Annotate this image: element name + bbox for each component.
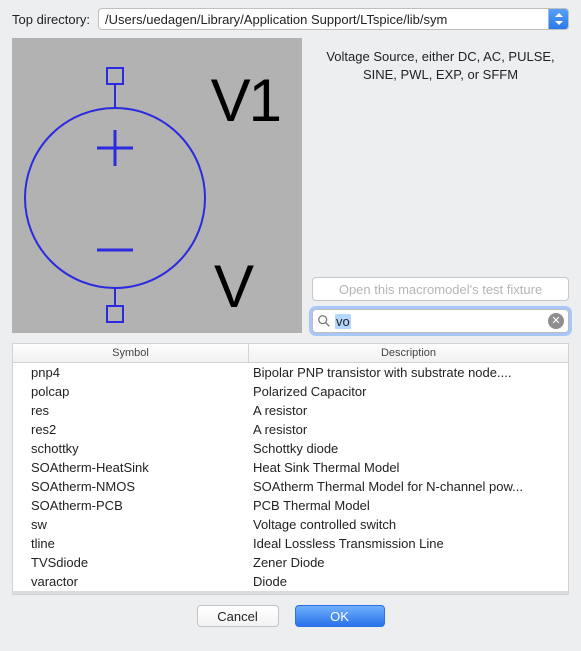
row-symbol: SOAtherm-PCB — [13, 498, 249, 513]
table-row[interactable]: res2A resistor — [13, 420, 568, 439]
table-header: Symbol Description — [13, 344, 568, 363]
col-description[interactable]: Description — [249, 344, 568, 362]
row-desc: Schottky diode — [249, 441, 568, 456]
row-desc: A resistor — [249, 403, 568, 418]
row-desc: Diode — [249, 574, 568, 589]
table-row[interactable]: varactorDiode — [13, 572, 568, 591]
row-desc: Heat Sink Thermal Model — [249, 460, 568, 475]
ok-button[interactable]: OK — [295, 605, 385, 627]
col-symbol[interactable]: Symbol — [13, 344, 249, 362]
row-desc: Zener Diode — [249, 555, 568, 570]
row-desc: Voltage controlled switch — [249, 517, 568, 532]
table-row[interactable]: SOAtherm-HeatSinkHeat Sink Thermal Model — [13, 458, 568, 477]
table-row[interactable]: SOAtherm-PCBPCB Thermal Model — [13, 496, 568, 515]
row-symbol: tline — [13, 536, 249, 551]
row-symbol: SOAtherm-HeatSink — [13, 460, 249, 475]
table-row[interactable]: SOAtherm-NMOSSOAtherm Thermal Model for … — [13, 477, 568, 496]
dropdown-arrows-icon[interactable] — [548, 8, 568, 30]
preview-prefix: V — [214, 252, 254, 321]
row-desc: Ideal Lossless Transmission Line — [249, 536, 568, 551]
row-symbol: res — [13, 403, 249, 418]
row-symbol: SOAtherm-NMOS — [13, 479, 249, 494]
row-symbol: TVSdiode — [13, 555, 249, 570]
row-symbol: pnp4 — [13, 365, 249, 380]
search-icon — [317, 314, 331, 328]
table-row[interactable]: polcapPolarized Capacitor — [13, 382, 568, 401]
top-dir-select[interactable]: /Users/uedagen/Library/Application Suppo… — [98, 8, 569, 30]
table-row[interactable]: schottkySchottky diode — [13, 439, 568, 458]
symbol-table: Symbol Description pnp4Bipolar PNP trans… — [12, 343, 569, 595]
row-desc: Voltage Source, either DC, AC, PULSE, SI… — [249, 593, 568, 594]
row-desc: Polarized Capacitor — [249, 384, 568, 399]
search-field[interactable]: vo ✕ — [312, 309, 569, 333]
row-symbol: varactor — [13, 574, 249, 589]
top-dir-label: Top directory: — [12, 12, 90, 27]
selected-description: Voltage Source, either DC, AC, PULSE, SI… — [312, 48, 569, 83]
row-symbol: res2 — [13, 422, 249, 437]
row-desc: Bipolar PNP transistor with substrate no… — [249, 365, 568, 380]
table-row[interactable]: pnp4Bipolar PNP transistor with substrat… — [13, 363, 568, 382]
open-test-fixture-button: Open this macromodel's test fixture — [312, 277, 569, 301]
table-row[interactable]: TVSdiodeZener Diode — [13, 553, 568, 572]
row-desc: SOAtherm Thermal Model for N-channel pow… — [249, 479, 568, 494]
clear-icon[interactable]: ✕ — [548, 313, 564, 329]
symbol-preview: V1 V — [12, 38, 302, 333]
table-row[interactable]: voltageVoltage Source, either DC, AC, PU… — [13, 591, 568, 594]
top-dir-path: /Users/uedagen/Library/Application Suppo… — [99, 12, 548, 27]
cancel-button[interactable]: Cancel — [197, 605, 279, 627]
search-input[interactable]: vo — [335, 314, 548, 329]
row-symbol: voltage — [13, 593, 249, 594]
table-row[interactable]: swVoltage controlled switch — [13, 515, 568, 534]
row-symbol: sw — [13, 517, 249, 532]
row-desc: PCB Thermal Model — [249, 498, 568, 513]
row-symbol: polcap — [13, 384, 249, 399]
row-symbol: schottky — [13, 441, 249, 456]
table-row[interactable]: resA resistor — [13, 401, 568, 420]
table-row[interactable]: tlineIdeal Lossless Transmission Line — [13, 534, 568, 553]
preview-refdes: V1 — [211, 66, 280, 135]
row-desc: A resistor — [249, 422, 568, 437]
